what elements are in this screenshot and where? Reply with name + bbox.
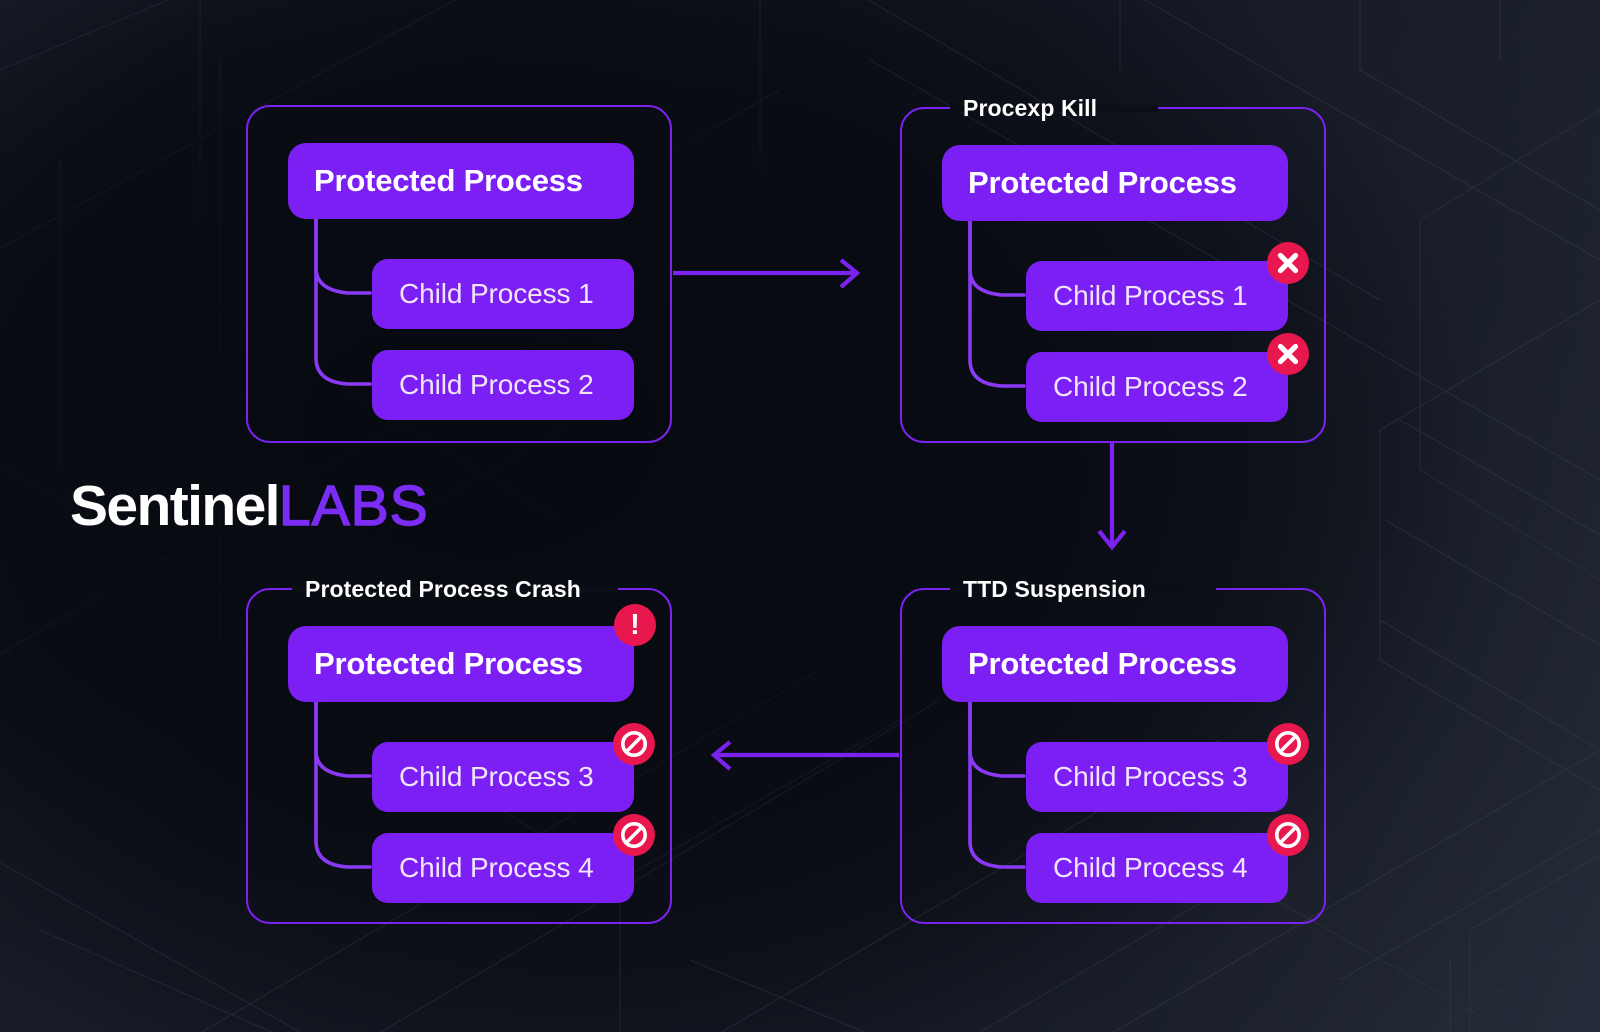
exclamation-icon: ! bbox=[614, 604, 656, 646]
process-box-child[interactable]: Child Process 2 bbox=[1026, 333, 1309, 422]
process-box-parent[interactable]: Protected Process ! bbox=[288, 604, 656, 702]
process-box-child[interactable]: Child Process 1 bbox=[1026, 242, 1309, 331]
process-label: Protected Process bbox=[968, 646, 1237, 681]
prohibition-icon bbox=[613, 814, 655, 856]
process-box-parent[interactable]: Protected Process bbox=[942, 145, 1288, 221]
panel-protected-process-crash: Protected Process Crash Protected Proces… bbox=[246, 576, 672, 924]
process-label: Child Process 3 bbox=[399, 761, 594, 792]
process-label: Child Process 4 bbox=[1053, 852, 1248, 883]
prohibition-icon bbox=[1267, 814, 1309, 856]
exclamation-glyph: ! bbox=[630, 609, 640, 641]
process-box-child[interactable]: Child Process 4 bbox=[1026, 814, 1309, 903]
process-label: Protected Process bbox=[314, 163, 583, 198]
logo-word-labs: LABS bbox=[278, 474, 429, 538]
process-box-child[interactable]: Child Process 1 bbox=[372, 259, 634, 329]
panel-title: Protected Process Crash bbox=[305, 576, 581, 602]
logo-word-sentinel: Sentinel bbox=[70, 474, 281, 538]
panel-title: TTD Suspension bbox=[963, 576, 1146, 602]
sentinel-labs-logo: Sentinel LABS bbox=[70, 474, 429, 538]
x-icon bbox=[1267, 242, 1309, 284]
process-box-child[interactable]: Child Process 3 bbox=[1026, 723, 1309, 812]
process-label: Child Process 1 bbox=[1053, 280, 1248, 311]
process-label: Child Process 4 bbox=[399, 852, 594, 883]
process-box-child[interactable]: Child Process 3 bbox=[372, 723, 655, 812]
x-icon bbox=[1267, 333, 1309, 375]
process-label: Child Process 2 bbox=[399, 369, 594, 400]
prohibition-icon bbox=[613, 723, 655, 765]
process-label: Child Process 1 bbox=[399, 278, 594, 309]
process-box-child[interactable]: Child Process 4 bbox=[372, 814, 655, 903]
panel-ttd-suspension: TTD Suspension Protected Process Child P… bbox=[900, 576, 1326, 924]
process-box-parent[interactable]: Protected Process bbox=[942, 626, 1288, 702]
prohibition-icon bbox=[1267, 723, 1309, 765]
process-label: Protected Process bbox=[314, 646, 583, 681]
process-label: Protected Process bbox=[968, 165, 1237, 200]
panel-title: Procexp Kill bbox=[963, 95, 1098, 121]
panel-initial: Protected Process Child Process 1 Child … bbox=[246, 105, 672, 443]
process-label: Child Process 3 bbox=[1053, 761, 1248, 792]
panel-procexp-kill: Procexp Kill Protected Process Child Pro… bbox=[900, 95, 1326, 443]
diagram-canvas: .conn { stroke:#8a3af5; stroke-width:3.6… bbox=[0, 0, 1600, 1032]
process-box-parent[interactable]: Protected Process bbox=[288, 143, 634, 219]
process-label: Child Process 2 bbox=[1053, 371, 1248, 402]
process-box-child[interactable]: Child Process 2 bbox=[372, 350, 634, 420]
